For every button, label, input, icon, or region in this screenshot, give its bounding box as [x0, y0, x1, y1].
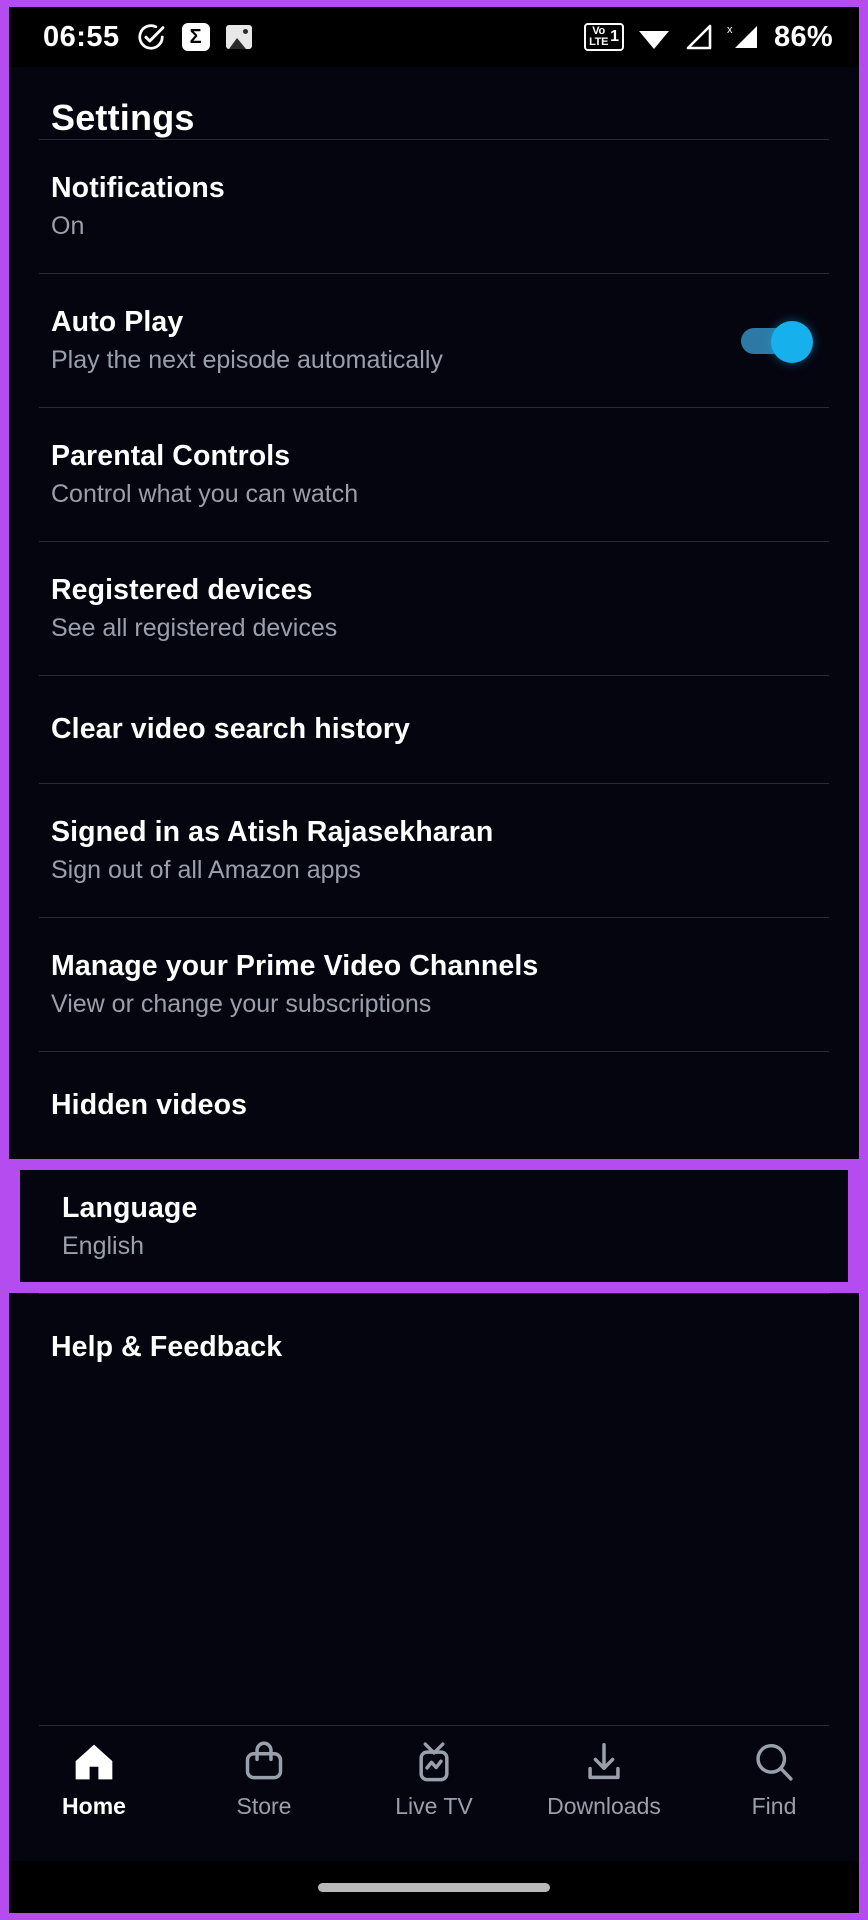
wifi-icon: [637, 23, 671, 51]
auto-play-toggle[interactable]: [741, 320, 813, 363]
settings-row-help-and-feedback[interactable]: Help & Feedback: [9, 1294, 859, 1401]
battery-percent: 86%: [774, 20, 833, 53]
row-subtitle: Play the next episode automatically: [51, 346, 443, 374]
settings-row-auto-play[interactable]: Auto Play Play the next episode automati…: [9, 274, 859, 407]
status-bar-clock: 06:55: [43, 20, 120, 53]
row-subtitle: See all registered devices: [51, 614, 338, 642]
row-title: Hidden videos: [51, 1089, 248, 1122]
settings-row-hidden-videos[interactable]: Hidden videos: [9, 1052, 859, 1159]
live-tv-icon: [412, 1740, 456, 1784]
row-title: Help & Feedback: [51, 1331, 283, 1364]
nav-item-downloads[interactable]: Downloads: [519, 1740, 689, 1820]
gesture-pill: [318, 1882, 550, 1892]
nav-item-home[interactable]: Home: [9, 1740, 179, 1820]
sigma-app-icon: Σ: [181, 23, 210, 51]
page-title: Settings: [51, 97, 195, 138]
settings-row-signed-in[interactable]: Signed in as Atish Rajasekharan Sign out…: [9, 784, 859, 917]
row-title: Parental Controls: [51, 440, 291, 473]
toggle-knob: [771, 320, 813, 363]
settings-row-language[interactable]: Language English: [20, 1170, 848, 1282]
svg-text:x: x: [727, 24, 733, 36]
nav-label: Downloads: [547, 1793, 661, 1819]
home-icon: [72, 1740, 116, 1784]
settings-row-manage-prime-video-channels[interactable]: Manage your Prime Video Channels View or…: [9, 918, 859, 1051]
signal-sim1-icon: [684, 23, 714, 51]
search-icon: [752, 1740, 796, 1784]
row-subtitle: On: [51, 212, 85, 240]
signal-sim2-no-service-icon: x: [727, 23, 761, 51]
nav-label: Live TV: [395, 1793, 473, 1819]
nav-item-live-tv[interactable]: Live TV: [349, 1740, 519, 1820]
nav-item-store[interactable]: Store: [179, 1740, 349, 1820]
phone-screen: 06:55 Σ Vo LTE 1 x 86% Settings Notifica…: [0, 0, 868, 1920]
nav-label: Find: [751, 1793, 797, 1819]
row-title: Auto Play: [51, 306, 184, 339]
row-title: Signed in as Atish Rajasekharan: [51, 816, 494, 849]
row-title: Language: [62, 1191, 198, 1224]
row-title: Notifications: [51, 172, 225, 205]
bottom-navigation: Home Store Live TV Downloads Find: [9, 1725, 859, 1913]
settings-row-registered-devices[interactable]: Registered devices See all registered de…: [9, 542, 859, 675]
volte-sim-number: 1: [610, 28, 620, 45]
nav-item-find[interactable]: Find: [689, 1740, 859, 1820]
row-subtitle: Sign out of all Amazon apps: [51, 856, 361, 884]
check-circle-icon: [136, 22, 166, 52]
nav-label: Home: [62, 1793, 126, 1819]
status-bar-left: 06:55 Σ: [43, 21, 252, 54]
settings-list: Notifications On Auto Play Play the next…: [9, 139, 859, 1401]
row-subtitle: View or change your subscriptions: [51, 990, 432, 1018]
row-subtitle: English: [62, 1231, 144, 1260]
settings-row-clear-video-search-history[interactable]: Clear video search history: [9, 676, 859, 783]
status-bar: 06:55 Σ Vo LTE 1 x 86%: [9, 7, 859, 67]
row-title: Clear video search history: [51, 713, 411, 746]
store-bag-icon: [242, 1740, 286, 1784]
volte-line2: LTE: [589, 36, 609, 48]
settings-row-parental-controls[interactable]: Parental Controls Control what you can w…: [9, 408, 859, 541]
settings-row-notifications[interactable]: Notifications On: [9, 140, 859, 273]
row-subtitle: Control what you can watch: [51, 480, 359, 508]
row-title: Manage your Prime Video Channels: [51, 950, 539, 983]
status-bar-right: Vo LTE 1 x 86%: [584, 21, 833, 54]
language-row-highlight: Language English: [9, 1159, 859, 1293]
image-icon: [225, 25, 252, 49]
row-title: Registered devices: [51, 574, 313, 607]
nav-label: Store: [236, 1793, 292, 1819]
download-icon: [582, 1740, 626, 1784]
volte-icon: Vo LTE 1: [584, 23, 625, 51]
gesture-bar[interactable]: [9, 1861, 859, 1913]
